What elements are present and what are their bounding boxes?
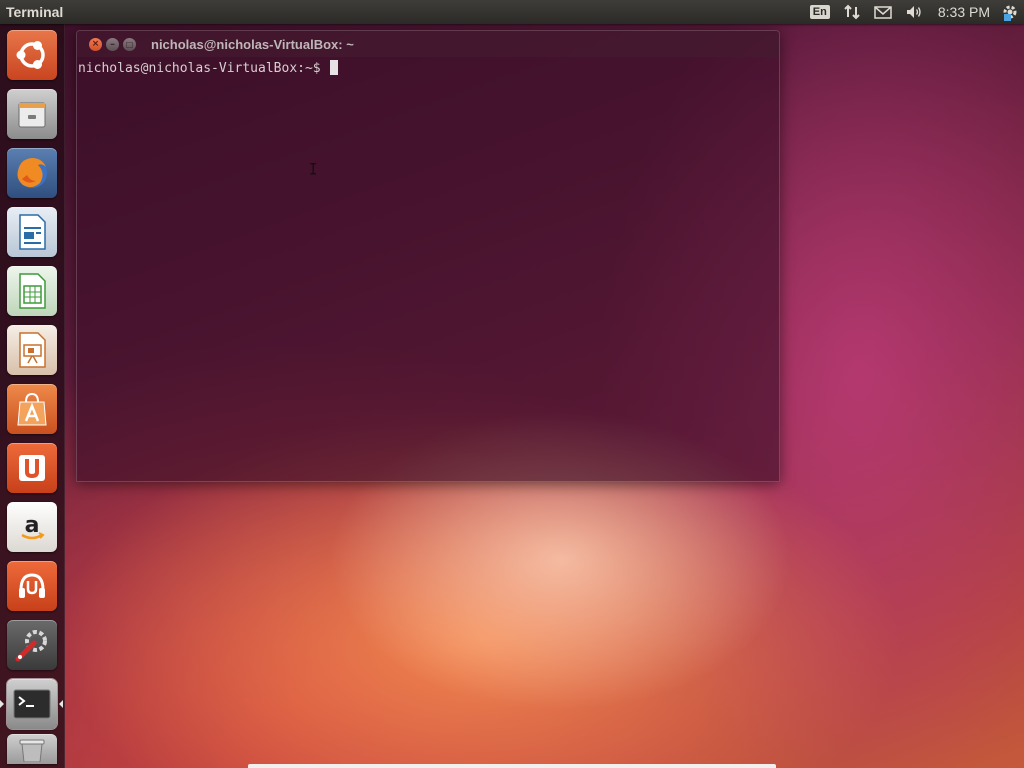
top-panel: Terminal En 8:33 PM xyxy=(0,0,1024,24)
document-icon xyxy=(19,214,46,250)
maximize-icon: □ xyxy=(125,39,134,49)
ubuntu-logo-icon xyxy=(16,41,45,69)
window-titlebar[interactable]: × – □ nicholas@nicholas-VirtualBox: ~ xyxy=(77,31,779,57)
active-app-title: Terminal xyxy=(6,4,64,20)
file-cabinet-icon xyxy=(18,102,46,128)
presentation-icon xyxy=(19,332,46,368)
text-cursor xyxy=(330,60,339,75)
terminal-body[interactable]: nicholas@nicholas-VirtualBox:~$ I xyxy=(77,57,779,481)
launcher-ubuntu-one[interactable] xyxy=(7,443,57,493)
launcher-libreoffice-writer[interactable] xyxy=(7,207,57,257)
shopping-bag-icon xyxy=(17,392,47,426)
keyboard-layout-label: En xyxy=(809,5,830,19)
maximize-button[interactable]: □ xyxy=(123,37,136,51)
launcher-libreoffice-calc[interactable] xyxy=(7,266,57,316)
launcher-software-center[interactable] xyxy=(7,384,57,434)
running-indicator-left xyxy=(0,700,4,708)
ibeam-mouse-cursor: I xyxy=(309,160,318,180)
focus-indicator-right xyxy=(59,700,63,708)
trash-icon xyxy=(19,739,45,762)
close-button[interactable]: × xyxy=(89,37,102,51)
minimize-icon: – xyxy=(110,38,115,50)
terminal-icon xyxy=(13,689,51,719)
svg-text:a: a xyxy=(25,513,40,538)
clock[interactable]: 8:33 PM xyxy=(938,4,990,20)
network-icon[interactable] xyxy=(844,0,860,24)
shell-prompt: nicholas@nicholas-VirtualBox:~$ xyxy=(78,61,329,76)
indicator-area: En 8:33 PM xyxy=(809,0,1024,24)
window-title: nicholas@nicholas-VirtualBox: ~ xyxy=(151,36,354,52)
prompt-line: nicholas@nicholas-VirtualBox:~$ xyxy=(78,60,339,76)
launcher-firefox[interactable] xyxy=(7,148,57,198)
volume-icon[interactable] xyxy=(906,0,924,24)
terminal-window[interactable]: × – □ nicholas@nicholas-VirtualBox: ~ ni… xyxy=(76,30,780,482)
launcher-files[interactable] xyxy=(7,89,57,139)
launcher-system-settings[interactable] xyxy=(7,620,57,670)
amazon-icon: a xyxy=(21,513,45,540)
launcher-terminal[interactable] xyxy=(6,678,58,730)
close-icon: × xyxy=(91,38,100,49)
spreadsheet-icon xyxy=(19,273,46,309)
mail-icon[interactable] xyxy=(874,0,892,24)
launcher-dash-home[interactable] xyxy=(7,30,57,80)
launcher-trash[interactable] xyxy=(7,734,57,764)
launcher-ubuntu-one-music[interactable] xyxy=(7,561,57,611)
keyboard-layout-indicator[interactable]: En xyxy=(809,0,830,24)
settings-icon[interactable] xyxy=(1000,0,1020,24)
firefox-icon xyxy=(17,158,47,188)
launcher-amazon[interactable]: a xyxy=(7,502,57,552)
minimize-button[interactable]: – xyxy=(106,37,119,51)
headphones-icon xyxy=(19,573,45,598)
launcher: a xyxy=(0,24,65,768)
ubuntu-one-icon xyxy=(19,455,45,481)
wrench-gear-icon xyxy=(15,630,47,662)
launcher-libreoffice-impress[interactable] xyxy=(7,325,57,375)
bottom-window-edge xyxy=(248,764,776,768)
